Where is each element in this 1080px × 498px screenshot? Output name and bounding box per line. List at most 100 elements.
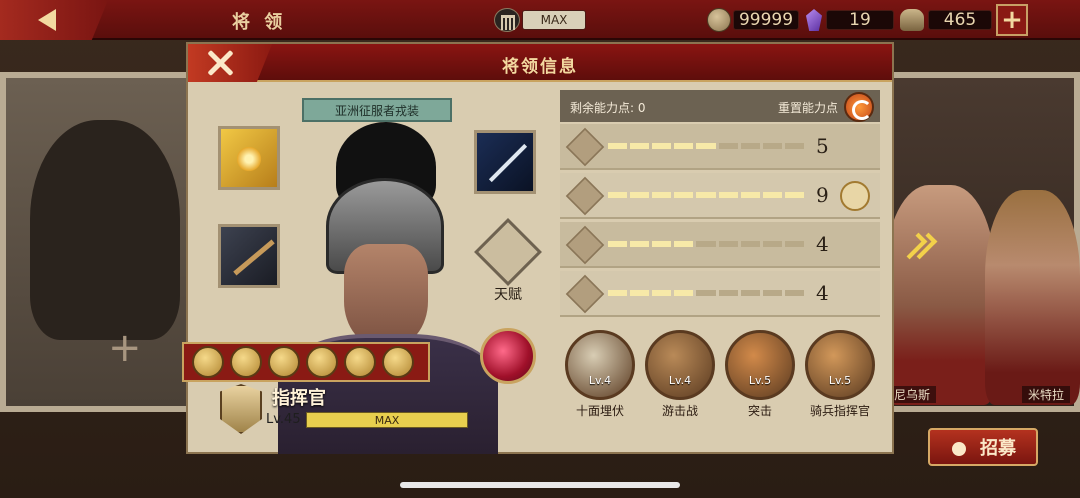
ruby-gem-button[interactable] bbox=[480, 328, 536, 384]
ability-medal-icon bbox=[725, 330, 795, 400]
skill-badge-icon[interactable] bbox=[192, 346, 224, 378]
temple-icon bbox=[494, 8, 520, 32]
stat-pip bbox=[696, 192, 716, 198]
temple-resource[interactable]: MAX bbox=[494, 8, 586, 32]
ability-level: Lv.4 bbox=[668, 374, 692, 387]
stat-row: 4 bbox=[560, 222, 880, 268]
stat-pip bbox=[652, 241, 672, 247]
stat-progress-bar bbox=[608, 192, 804, 198]
remaining-points: 剩余能力点: 0 bbox=[570, 99, 646, 116]
stat-pip bbox=[718, 192, 738, 198]
back-arrow-icon bbox=[38, 9, 56, 31]
helmet-value: 465 bbox=[928, 10, 992, 30]
hero-name-tag: 尼乌斯 bbox=[888, 386, 937, 403]
hero-card-portrait[interactable] bbox=[885, 185, 995, 405]
stat-progress-bar bbox=[608, 241, 804, 247]
coin-value: 99999 bbox=[733, 10, 799, 30]
sword-equipment-slot[interactable] bbox=[474, 130, 536, 194]
recruit-button[interactable]: 招募 bbox=[928, 428, 1038, 466]
stat-pip bbox=[740, 290, 760, 296]
stat-pip bbox=[740, 192, 760, 198]
gem-icon bbox=[806, 9, 822, 31]
add-resource-button[interactable]: + bbox=[996, 4, 1028, 36]
remaining-points-label: 剩余能力点: bbox=[570, 101, 635, 115]
stat-pip bbox=[740, 241, 760, 247]
ability-name: 游击战 bbox=[661, 404, 698, 418]
add-hero-icon[interactable]: + bbox=[108, 325, 142, 371]
remaining-points-value: 0 bbox=[637, 101, 646, 115]
temple-value: MAX bbox=[522, 10, 586, 30]
stat-value: 5 bbox=[816, 134, 829, 158]
horse-icon bbox=[565, 176, 605, 216]
stat-pip bbox=[652, 290, 672, 296]
anchor-icon bbox=[565, 274, 605, 314]
commander-name: 指挥官 bbox=[272, 388, 326, 409]
spear-equipment-slot[interactable] bbox=[218, 224, 280, 288]
bow-icon bbox=[565, 225, 605, 265]
ability-medal-icon bbox=[645, 330, 715, 400]
stat-pip bbox=[696, 290, 716, 296]
recruit-icon bbox=[950, 436, 972, 458]
ability-item[interactable]: Lv.5 突击 bbox=[721, 330, 799, 420]
stat-pip bbox=[630, 143, 650, 149]
page-title: 将 领 bbox=[232, 12, 287, 33]
ability-item[interactable]: Lv.4 游击战 bbox=[641, 330, 719, 420]
talent-label: 天赋 bbox=[494, 287, 522, 303]
home-indicator[interactable] bbox=[400, 482, 680, 488]
stat-row: 9 bbox=[560, 173, 880, 219]
general-info-dialog: 将领信息 亚洲征服者戎装 天赋 指挥官 Lv.45 MAX 剩余能力点: 0 重… bbox=[182, 42, 894, 454]
stat-pip bbox=[696, 143, 716, 149]
skill-badge-icon[interactable] bbox=[382, 346, 414, 378]
stat-pip bbox=[630, 192, 650, 198]
stat-pip bbox=[696, 241, 716, 247]
skill-badge-icon[interactable] bbox=[268, 346, 300, 378]
ability-item[interactable]: Lv.5 骑兵指挥官 bbox=[801, 330, 879, 420]
stat-pip bbox=[630, 241, 650, 247]
stat-pip bbox=[784, 241, 804, 247]
coin-resource[interactable]: 99999 bbox=[707, 8, 799, 32]
stat-pip bbox=[784, 143, 804, 149]
hero-card-portrait[interactable] bbox=[985, 190, 1080, 405]
stat-pip bbox=[784, 290, 804, 296]
stat-pip bbox=[718, 290, 738, 296]
skill-badge-icon[interactable] bbox=[230, 346, 262, 378]
face bbox=[344, 244, 428, 348]
stat-progress-bar bbox=[608, 290, 804, 296]
stat-pip bbox=[762, 290, 782, 296]
stat-pip bbox=[718, 241, 738, 247]
stat-pip bbox=[784, 192, 804, 198]
ability-level: Lv.5 bbox=[828, 374, 852, 387]
coin-icon bbox=[707, 8, 731, 32]
helmet-resource[interactable]: 465 bbox=[900, 8, 992, 32]
level-progress-bar: MAX bbox=[306, 412, 468, 428]
next-hero-icon[interactable] bbox=[900, 228, 938, 268]
ability-list: Lv.4 十面埋伏 Lv.4 游击战 Lv.5 突击 Lv.5 骑兵指挥官 bbox=[560, 330, 880, 420]
stat-pip bbox=[762, 143, 782, 149]
empty-hero-silhouette bbox=[30, 120, 180, 340]
stat-pip bbox=[652, 143, 672, 149]
skill-badge-strip bbox=[182, 342, 430, 382]
talent-button[interactable] bbox=[474, 218, 542, 286]
stat-pip bbox=[718, 143, 738, 149]
gem-resource[interactable]: 19 bbox=[806, 8, 894, 32]
skill-badge-icon[interactable] bbox=[344, 346, 376, 378]
helmet-talent-icon bbox=[474, 218, 542, 286]
back-button[interactable] bbox=[0, 0, 108, 40]
ability-level: Lv.4 bbox=[588, 374, 612, 387]
ability-medal-icon bbox=[565, 330, 635, 400]
stat-row: 4 bbox=[560, 271, 880, 317]
ability-points-panel: 剩余能力点: 0 重置能力点 5 9 4 4 bbox=[560, 90, 880, 322]
ability-item[interactable]: Lv.4 十面埋伏 bbox=[561, 330, 639, 420]
ability-name: 骑兵指挥官 bbox=[809, 404, 870, 418]
helmet-icon bbox=[900, 9, 924, 31]
commander-level: Lv.45 bbox=[266, 412, 301, 427]
reset-points-button[interactable] bbox=[844, 92, 874, 122]
recruit-label: 招募 bbox=[980, 438, 1016, 459]
banner-equipment-slot[interactable] bbox=[218, 126, 280, 190]
stats-header: 剩余能力点: 0 重置能力点 bbox=[560, 90, 880, 122]
costume-button[interactable]: 亚洲征服者戎装 bbox=[302, 98, 452, 122]
ability-level: Lv.5 bbox=[748, 374, 772, 387]
stat-pip bbox=[740, 143, 760, 149]
upgrade-star-icon[interactable] bbox=[840, 181, 870, 211]
skill-badge-icon[interactable] bbox=[306, 346, 338, 378]
